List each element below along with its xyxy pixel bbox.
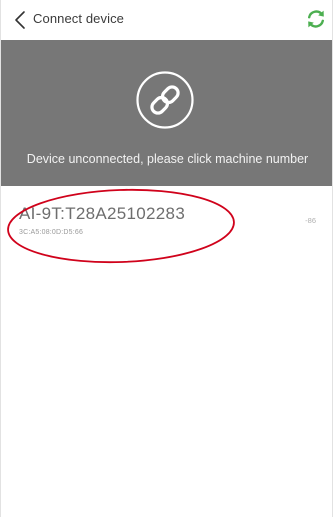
link-icon bbox=[136, 71, 194, 129]
chevron-left-icon bbox=[15, 11, 25, 29]
connection-status-text: Device unconnected, please click machine… bbox=[26, 152, 309, 166]
refresh-icon bbox=[308, 10, 324, 28]
page-title: Connect device bbox=[33, 11, 125, 26]
refresh-button[interactable] bbox=[304, 7, 328, 31]
device-list-item[interactable]: AI-9T:T28A25102283 3C:A5:08:0D:D5:66 -86 bbox=[1, 196, 332, 266]
top-bar: Connect device bbox=[1, 0, 332, 40]
back-button[interactable] bbox=[9, 8, 31, 32]
device-signal-strength: -86 bbox=[305, 216, 316, 225]
connect-device-screen: Connect device Device unconnected, pleas… bbox=[0, 0, 333, 517]
device-mac-address: 3C:A5:08:0D:D5:66 bbox=[19, 229, 84, 236]
device-machine-number[interactable]: AI-9T:T28A25102283 bbox=[19, 204, 185, 224]
connection-status-banner: Device unconnected, please click machine… bbox=[1, 40, 332, 186]
